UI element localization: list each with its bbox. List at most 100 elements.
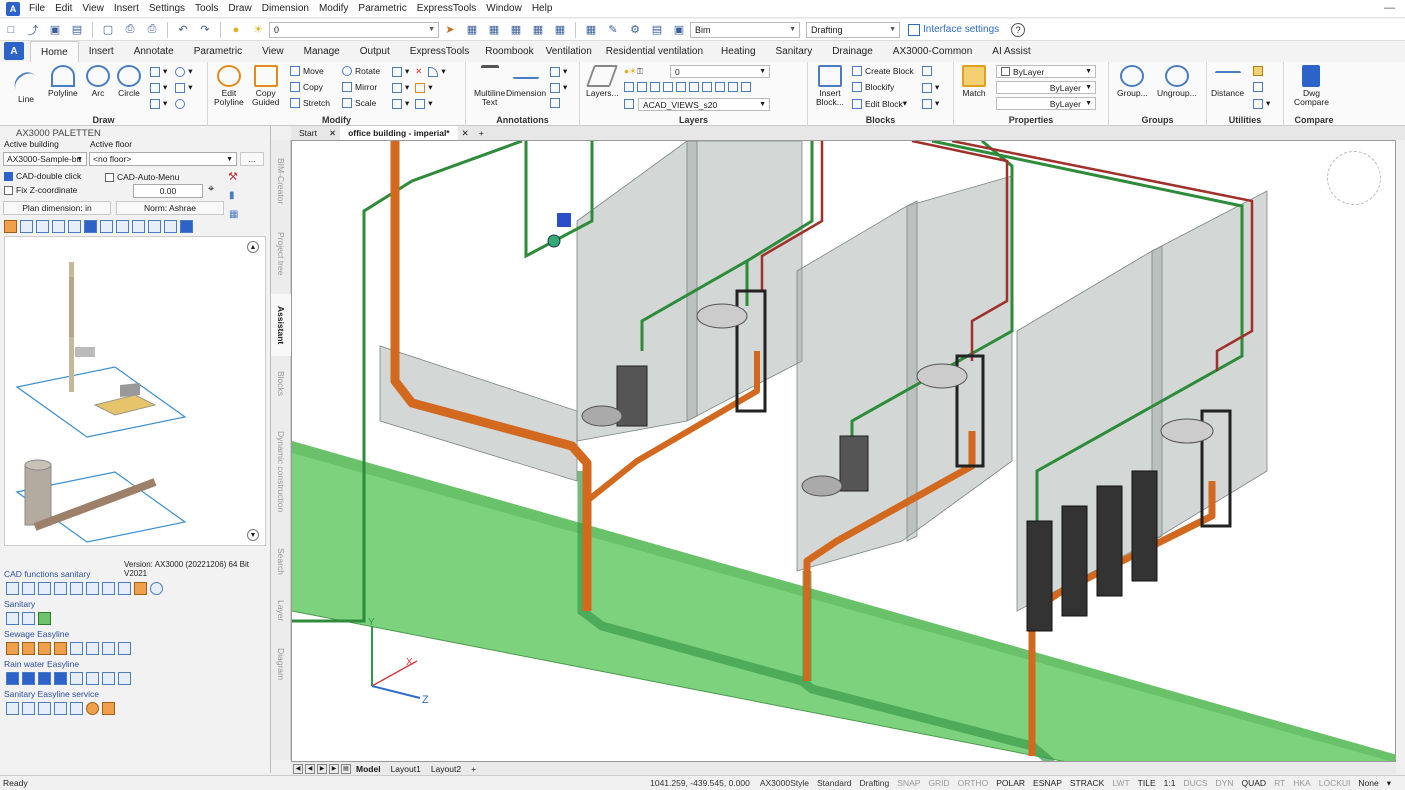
tool-pipe-icon[interactable] [6,582,19,595]
globe-icon[interactable] [164,220,177,233]
norm-button[interactable]: Norm: Ashrae [116,201,224,215]
rain-tool-3-icon[interactable] [38,672,51,685]
layer-dropdown-ribbon[interactable]: 0 ▼ [670,65,770,78]
sewage-tool-2-icon[interactable] [22,642,35,655]
tab-manage[interactable]: Manage [294,41,350,62]
blockify-button[interactable]: Blockify [852,82,894,92]
tool-green-icon[interactable] [38,612,51,625]
wall-icon[interactable] [20,220,33,233]
fix-z-checkbox[interactable]: Fix Z-coordinate [4,185,77,196]
view-icon[interactable] [84,220,97,233]
layer-merge-icon[interactable] [728,82,738,92]
tool-line-icon[interactable] [22,582,35,595]
measure-tool[interactable]: ▾ [1253,98,1270,109]
toggle-quad[interactable]: QUAD [1238,778,1271,788]
gear-icon[interactable]: ⚙ [626,22,644,38]
menu-window[interactable]: Window [481,3,527,14]
floor-dropdown[interactable]: <no floor> ▼ [89,152,237,166]
sewage-tool-6-icon[interactable] [86,642,99,655]
menu-file[interactable]: File [24,3,50,14]
menu-dimension[interactable]: Dimension [257,3,314,14]
match-button[interactable]: Match [962,65,986,98]
tool-connect-icon[interactable] [102,582,115,595]
plan-dimension-button[interactable]: Plan dimension: in [3,201,111,215]
toggle-scale[interactable]: 1:1 [1160,778,1180,788]
app-logo-icon[interactable]: A [6,1,20,16]
scale-button[interactable]: Scale [342,98,376,108]
tab-ventilation[interactable]: Ventilation [540,41,598,62]
tool-fitting-icon[interactable] [6,612,19,625]
rain-tool-1-icon[interactable] [6,672,19,685]
tool-copy-icon[interactable] [118,582,131,595]
properties-icon[interactable]: ▤ [648,22,666,38]
toggle-lockui[interactable]: LOCKUI [1315,778,1355,788]
clock-icon[interactable] [132,220,145,233]
layer-bulb-icon[interactable]: ● [227,22,245,38]
layer-delete-icon[interactable] [741,82,751,92]
service-tool-4-icon[interactable] [54,702,67,715]
sidetab-assistant[interactable]: Assistant [271,294,291,356]
erase-icon[interactable]: ✕ [415,66,422,77]
match-layer-icon[interactable]: ➤ [441,22,459,38]
sidetab-bim-creator[interactable]: BIM-Creator [271,146,291,216]
tab-output[interactable]: Output [350,41,400,62]
layout-next-icon[interactable]: ▶ [317,763,327,774]
tab-parametric[interactable]: Parametric [184,41,252,62]
rectangle-tool[interactable]: ▾ ▾ [150,66,193,77]
ungroup-button[interactable]: Ungroup... [1157,65,1197,98]
layer-sun-icon[interactable]: ☀ [249,22,267,38]
copy-button[interactable]: Copy [290,82,323,92]
layout-tab-2[interactable]: Layout2 [426,764,466,774]
workspace-mode-dropdown[interactable]: Drafting ▼ [806,21,900,38]
block-extra-tools[interactable] [922,66,935,76]
help-icon[interactable]: ? [1011,22,1026,37]
current-layer-dropdown[interactable]: ACAD_VIEWS_s20 ▼ [638,98,770,111]
service-tool-5-icon[interactable] [70,702,83,715]
menu-insert[interactable]: Insert [109,3,144,14]
service-tool-7-icon[interactable] [102,702,115,715]
edit-polyline-button[interactable]: Edit Polyline [214,65,244,107]
house-icon[interactable] [100,220,113,233]
array-tool[interactable]: ▾ ✕ ▾ [392,66,446,77]
status-standard[interactable]: Standard [813,778,856,788]
z-value-input[interactable]: 0.00 [133,184,203,198]
stretch-button[interactable]: Stretch [290,98,330,108]
toggle-grid[interactable]: GRID [924,778,953,788]
tab-annotate[interactable]: Annotate [124,41,184,62]
menu-tools[interactable]: Tools [190,3,223,14]
copy-guided-button[interactable]: Copy Guided [252,65,279,107]
layout-tab-model[interactable]: Model [351,764,386,774]
layer-unlock-icon[interactable] [676,82,686,92]
preview-collapse-icon[interactable]: ▲ [247,241,259,253]
menu-parametric[interactable]: Parametric [353,3,411,14]
layer-match-icon[interactable] [689,82,699,92]
interface-settings-link[interactable]: Interface settings [908,23,999,36]
layer-tool3-icon[interactable]: ▦ [507,22,525,38]
toggle-dyn[interactable]: DYN [1212,778,1238,788]
insert-block-button[interactable]: Insert Block... [816,65,844,107]
tab-insert[interactable]: Insert [79,41,124,62]
cad-auto-menu-checkbox[interactable]: CAD-Auto-Menu [105,172,179,183]
palette-tool-icon[interactable]: ⚒ [228,170,238,183]
sewage-tool-3-icon[interactable] [38,642,51,655]
toggle-hka[interactable]: HKA [1289,778,1314,788]
tool-bend-icon[interactable] [54,582,67,595]
drawing-canvas[interactable]: Y X Z [291,140,1396,762]
toggle-ortho[interactable]: ORTHO [954,778,993,788]
doctab-active-close-icon[interactable]: ✕ [458,128,473,139]
doctab-close-icon[interactable]: ✕ [325,128,340,139]
toggle-strack[interactable]: STRACK [1066,778,1108,788]
brush-icon[interactable]: ✎ [604,22,622,38]
rain-tool-8-icon[interactable] [118,672,131,685]
building-dropdown[interactable]: AX3000-Sample-bu ▼ [3,152,87,166]
layer-prev-icon[interactable] [702,82,712,92]
layout-menu-icon[interactable]: ▤ [341,763,351,774]
grid-icon[interactable] [36,220,49,233]
tab-sanitary[interactable]: Sanitary [766,41,823,62]
layout-first-icon[interactable]: ◀ [293,763,303,774]
sewage-tool-4-icon[interactable] [54,642,67,655]
mleader-tool[interactable]: ▾ [550,82,567,93]
status-drafting[interactable]: Drafting [856,778,894,788]
rotate-button[interactable]: Rotate [342,66,380,76]
plot-icon[interactable]: ⎙ [143,22,161,38]
